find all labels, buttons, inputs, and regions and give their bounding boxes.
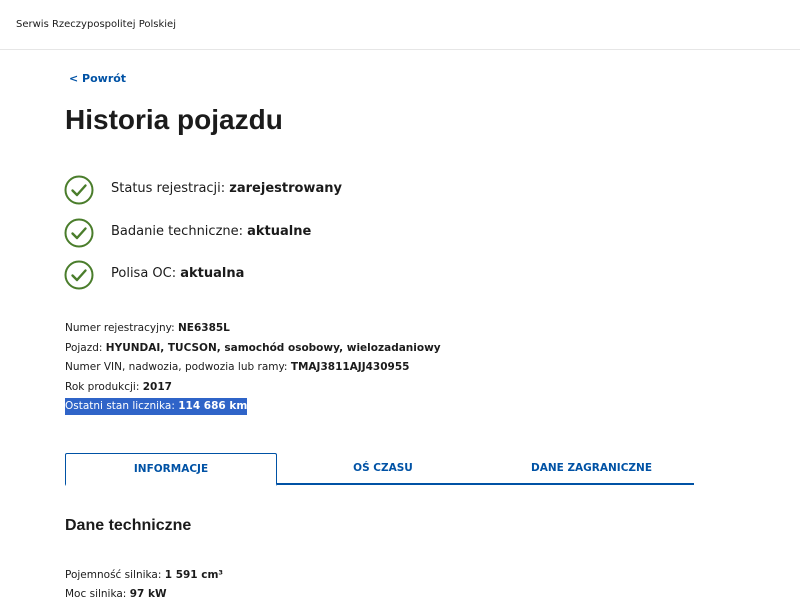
top-bar: Serwis Rzeczypospolitej Polskiej [0,0,800,50]
section-title: Dane techniczne [65,517,192,534]
status-inspection-text: Badanie techniczne: aktualne [111,224,312,239]
status-insurance: Polisa OC: aktualna [64,260,564,290]
check-circle-icon [64,175,94,205]
detail-odometer: Ostatni stan licznika: 114 686 km [65,397,441,417]
back-link[interactable]: < Powrót [69,72,126,85]
tech-engine-power: Moc silnika: 97 kW [65,588,167,600]
tech-engine-capacity: Pojemność silnika: 1 591 cm³ [65,569,224,581]
status-inspection-value: aktualne [247,224,312,239]
site-name: Serwis Rzeczypospolitej Polskiej [16,19,176,30]
detail-year: Rok produkcji: 2017 [65,380,172,393]
tab-informacje[interactable]: INFORMACJE [65,453,277,486]
status-inspection: Badanie techniczne: aktualne [64,218,564,248]
tab-os-czasu[interactable]: OŚ CZASU [277,453,489,485]
technical-details: Pojemność silnika: 1 591 cm³ Moc silnika… [65,566,223,604]
check-circle-icon [64,218,94,248]
status-insurance-text: Polisa OC: aktualna [111,266,245,281]
page-title: Historia pojazdu [65,104,283,135]
status-registration-value: zarejestrowany [229,181,342,196]
status-registration-text: Status rejestracji: zarejestrowany [111,181,342,196]
detail-vehicle: Pojazd: HYUNDAI, TUCSON, samochód osobow… [65,341,441,354]
status-registration: Status rejestracji: zarejestrowany [64,175,564,205]
tab-dane-zagraniczne[interactable]: DANE ZAGRANICZNE [489,453,694,485]
check-circle-icon [64,260,94,290]
tab-bar: INFORMACJE OŚ CZASU DANE ZAGRANICZNE [65,453,694,486]
detail-vin: Numer VIN, nadwozia, podwozia lub ramy: … [65,361,410,373]
detail-registration: Numer rejestracyjny: NE6385L [65,322,230,334]
vehicle-details: Numer rejestracyjny: NE6385L Pojazd: HYU… [65,319,441,417]
status-insurance-value: aktualna [180,266,245,281]
